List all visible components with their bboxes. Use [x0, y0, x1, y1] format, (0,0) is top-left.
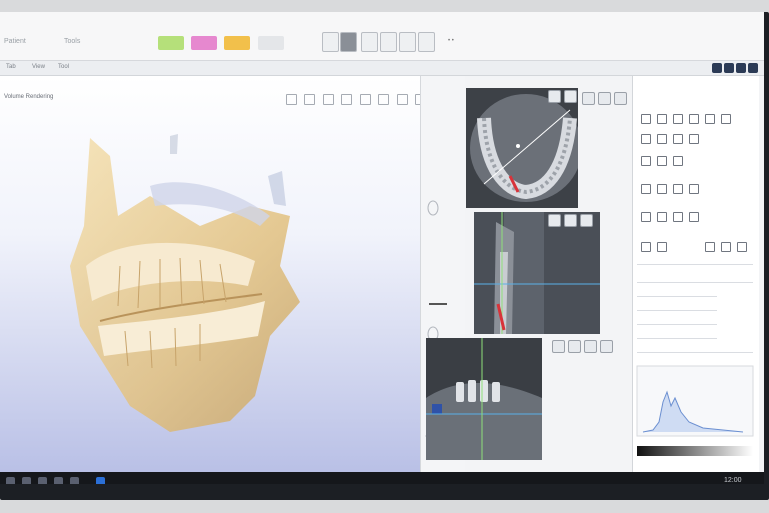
panel-tool-22-icon[interactable]: [641, 242, 651, 252]
axial-slice-icon: [466, 88, 578, 208]
sag-tool-3-icon[interactable]: [584, 340, 597, 353]
axial-side-3-icon[interactable]: [614, 92, 627, 105]
ct-sagittal-view[interactable]: [426, 338, 542, 460]
start-icon[interactable]: [6, 477, 15, 484]
axial-side-2-icon[interactable]: [598, 92, 611, 105]
taskbar-clock: 12:00: [724, 477, 742, 484]
panel-tool-12-icon[interactable]: [657, 156, 667, 166]
tab-bar: Tab View Tool: [0, 61, 764, 76]
layout-4-icon[interactable]: [380, 32, 397, 52]
divider: [637, 264, 753, 265]
cross-section-toolbar: [548, 214, 593, 227]
measure-icon[interactable]: [341, 94, 353, 105]
cross-section-slice-icon: [474, 212, 600, 334]
viewport-title: Volume Rendering: [4, 94, 54, 100]
panel-tool-5-icon[interactable]: [705, 114, 715, 124]
taskbar-app-2-icon[interactable]: [38, 477, 47, 484]
taskbar-app-active-icon[interactable]: [96, 477, 105, 484]
screen: Patient Tools • • Tab View Tool Volume R…: [0, 12, 764, 484]
3d-viewport[interactable]: [0, 76, 420, 472]
axial-side-toolbar: [582, 92, 627, 105]
window-icon-2[interactable]: [724, 63, 734, 73]
panel-tool-24-icon[interactable]: [705, 242, 715, 252]
divider: [637, 282, 753, 283]
zoom-control[interactable]: • •: [448, 38, 454, 44]
sag-tool-4-icon[interactable]: [600, 340, 613, 353]
panel-tool-23-icon[interactable]: [657, 242, 667, 252]
ct-cross-section-view[interactable]: [474, 212, 600, 334]
axial-tool-2-icon[interactable]: [564, 90, 577, 103]
panel-tool-21-icon[interactable]: [689, 212, 699, 222]
pan-icon[interactable]: [304, 94, 316, 105]
panel-tool-10-icon[interactable]: [689, 134, 699, 144]
panel-tool-14-icon[interactable]: [641, 184, 651, 194]
panel-tool-3-icon[interactable]: [673, 114, 683, 124]
taskbar-app-1-icon[interactable]: [22, 477, 31, 484]
divider: [637, 310, 717, 311]
clip-icon[interactable]: [359, 94, 371, 105]
window-icon-1[interactable]: [712, 63, 722, 73]
sag-tool-1-icon[interactable]: [552, 340, 565, 353]
tools-panel: [632, 76, 759, 472]
panel-tool-19-icon[interactable]: [657, 212, 667, 222]
axial-side-1-icon[interactable]: [582, 92, 595, 105]
stage-button-1[interactable]: [158, 36, 184, 50]
panel-tool-26-icon[interactable]: [737, 242, 747, 252]
layout-6-icon[interactable]: [418, 32, 435, 52]
menu-patient[interactable]: Patient: [4, 38, 26, 45]
panel-tool-17-icon[interactable]: [689, 184, 699, 194]
sag-tool-2-icon[interactable]: [568, 340, 581, 353]
reset-icon[interactable]: [378, 94, 390, 105]
panel-tool-8-icon[interactable]: [657, 134, 667, 144]
stage-button-3[interactable]: [224, 36, 250, 50]
divider: [637, 338, 717, 339]
tab-2[interactable]: View: [32, 64, 45, 70]
stage-button-2[interactable]: [191, 36, 217, 50]
panel-tool-15-icon[interactable]: [657, 184, 667, 194]
panel-tool-25-icon[interactable]: [721, 242, 731, 252]
axial-toolbar: [548, 90, 577, 103]
layout-5-icon[interactable]: [399, 32, 416, 52]
panel-tool-2-icon[interactable]: [657, 114, 667, 124]
skull-render-icon: [70, 134, 300, 432]
cross-tool-2-icon[interactable]: [564, 214, 577, 227]
taskbar-app-4-icon[interactable]: [70, 477, 79, 484]
os-taskbar: 12:00: [0, 472, 764, 484]
tab-1[interactable]: Tab: [6, 64, 16, 70]
sagittal-slice-icon: [426, 338, 542, 460]
window-icon-3[interactable]: [736, 63, 746, 73]
panel-tool-1-icon[interactable]: [641, 114, 651, 124]
taskbar-app-3-icon[interactable]: [54, 477, 63, 484]
panel-tool-7-icon[interactable]: [641, 134, 651, 144]
snapshot-icon[interactable]: [396, 94, 408, 105]
divider: [637, 296, 717, 297]
rotate-icon[interactable]: [286, 94, 297, 105]
panel-tool-16-icon[interactable]: [673, 184, 683, 194]
tab-3[interactable]: Tool: [58, 64, 69, 70]
panel-tool-13-icon[interactable]: [673, 156, 683, 166]
window-icon-4[interactable]: [748, 63, 758, 73]
panel-tool-11-icon[interactable]: [641, 156, 651, 166]
ct-axial-view[interactable]: [466, 88, 578, 208]
panel-tool-18-icon[interactable]: [641, 212, 651, 222]
panel-tool-9-icon[interactable]: [673, 134, 683, 144]
zoom-icon[interactable]: [322, 94, 334, 105]
histogram-chart: [636, 365, 754, 456]
stage-button-4[interactable]: [258, 36, 284, 50]
layout-1-icon[interactable]: [322, 32, 339, 52]
panel-tool-4-icon[interactable]: [689, 114, 699, 124]
panel-tool-20-icon[interactable]: [673, 212, 683, 222]
layout-2-icon[interactable]: [340, 32, 357, 52]
sagittal-toolbar: [552, 340, 613, 353]
divider: [637, 352, 753, 353]
panel-tool-6-icon[interactable]: [721, 114, 731, 124]
divider: [637, 324, 717, 325]
menu-tools[interactable]: Tools: [64, 38, 80, 45]
axial-tool-1-icon[interactable]: [548, 90, 561, 103]
layout-3-icon[interactable]: [361, 32, 378, 52]
cross-tool-1-icon[interactable]: [548, 214, 561, 227]
app-toolbar: Patient Tools • •: [0, 12, 764, 61]
cross-tool-3-icon[interactable]: [580, 214, 593, 227]
